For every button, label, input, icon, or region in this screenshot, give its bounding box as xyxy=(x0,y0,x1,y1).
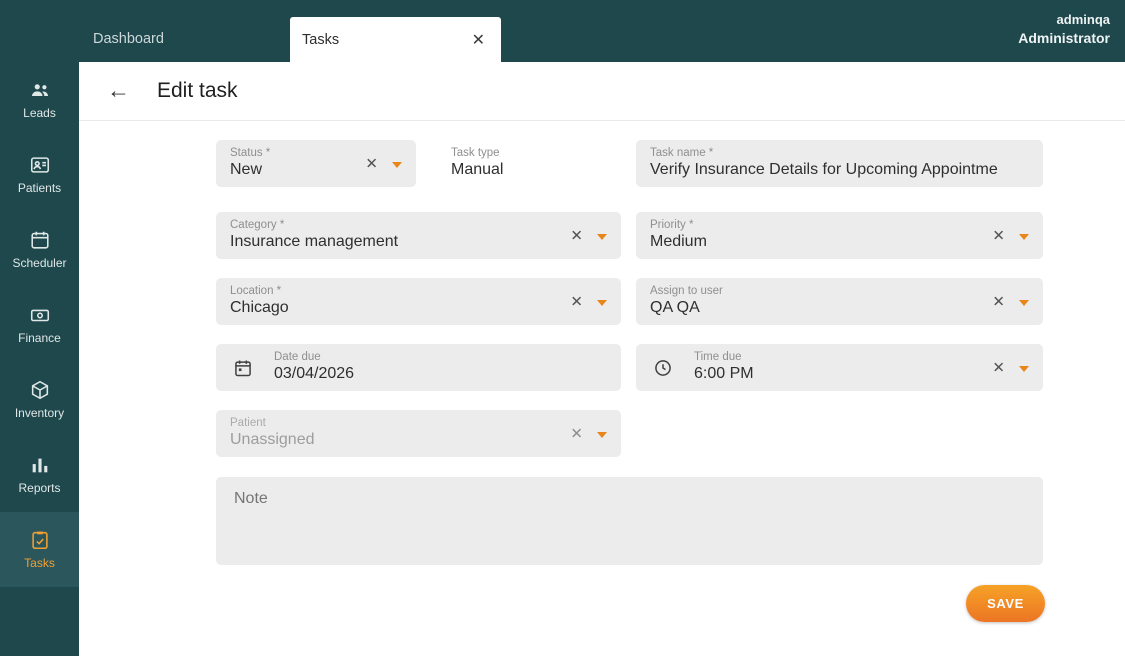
back-button[interactable]: ← xyxy=(107,77,130,104)
clear-icon[interactable]: ✕ xyxy=(992,228,1005,243)
clear-icon[interactable]: ✕ xyxy=(570,228,583,243)
user-name: adminqa xyxy=(1056,12,1110,27)
date-due-label: Date due xyxy=(274,351,321,363)
dropdown-arrow-icon[interactable] xyxy=(1019,365,1029,372)
category-field[interactable]: Category * Insurance management ✕ xyxy=(216,212,621,259)
edit-task-panel: ← Edit task Status * New ✕ Task type Man… xyxy=(79,62,1125,656)
sidebar-item-finance[interactable]: Finance xyxy=(0,287,79,362)
nav-dashboard[interactable]: Dashboard xyxy=(93,31,164,47)
note-placeholder: Note xyxy=(234,490,268,507)
assign-to-user-field[interactable]: Assign to user QA QA ✕ xyxy=(636,278,1043,325)
assign-to-user-value: QA QA xyxy=(650,299,700,316)
patients-icon xyxy=(29,154,51,176)
sidebar-item-tasks[interactable]: Tasks xyxy=(0,512,79,587)
dropdown-arrow-icon[interactable] xyxy=(1019,233,1029,240)
dropdown-arrow-icon[interactable] xyxy=(1019,299,1029,306)
status-label: Status * xyxy=(230,147,271,159)
priority-value: Medium xyxy=(650,233,707,250)
note-field[interactable]: Note xyxy=(216,477,1043,565)
patient-field[interactable]: Patient Unassigned ✕ xyxy=(216,410,621,457)
clear-icon[interactable]: ✕ xyxy=(992,294,1005,309)
priority-field[interactable]: Priority * Medium ✕ xyxy=(636,212,1043,259)
sidebar-item-label: Tasks xyxy=(24,556,55,570)
sidebar-item-label: Inventory xyxy=(14,406,65,420)
task-type-value: Manual xyxy=(451,161,504,178)
dropdown-arrow-icon[interactable] xyxy=(597,431,607,438)
clear-icon[interactable]: ✕ xyxy=(570,294,583,309)
tab-tasks-label: Tasks xyxy=(302,31,340,48)
inventory-icon xyxy=(29,379,51,401)
topbar: Dashboard Tasks ✕ adminqa Administrator xyxy=(0,0,1125,62)
sidebar-item-scheduler[interactable]: Scheduler xyxy=(0,212,79,287)
calendar-icon[interactable] xyxy=(233,358,253,378)
sidebar-item-reports[interactable]: Reports xyxy=(0,437,79,512)
category-value: Insurance management xyxy=(230,233,399,250)
reports-icon xyxy=(29,454,51,476)
tasks-icon xyxy=(29,529,51,551)
calendar-icon xyxy=(29,229,51,251)
page-title: Edit task xyxy=(157,79,238,102)
time-due-field[interactable]: Time due 6:00 PM ✕ xyxy=(636,344,1043,391)
status-field[interactable]: Status * New ✕ xyxy=(216,140,416,187)
date-due-value: 03/04/2026 xyxy=(274,365,355,382)
clock-icon[interactable] xyxy=(653,358,673,378)
time-due-value: 6:00 PM xyxy=(694,365,754,382)
task-type-field: Task type Manual xyxy=(437,140,617,187)
sidebar-item-label: Scheduler xyxy=(12,256,67,270)
page-header: ← Edit task xyxy=(79,62,1125,121)
user-role: Administrator xyxy=(1018,30,1110,47)
task-name-field[interactable]: Task name * Verify Insurance Details for… xyxy=(636,140,1043,187)
clear-icon[interactable]: ✕ xyxy=(992,360,1005,375)
status-value: New xyxy=(230,161,263,178)
dropdown-arrow-icon[interactable] xyxy=(392,161,402,168)
sidebar-item-label: Finance xyxy=(18,331,61,345)
user-info: adminqa Administrator xyxy=(1018,11,1110,49)
clear-icon[interactable]: ✕ xyxy=(570,426,583,441)
category-label: Category * xyxy=(230,219,285,231)
patient-value: Unassigned xyxy=(230,431,315,448)
priority-label: Priority * xyxy=(650,219,694,231)
patient-label: Patient xyxy=(230,417,266,429)
location-field[interactable]: Location * Chicago ✕ xyxy=(216,278,621,325)
tab-tasks[interactable]: Tasks ✕ xyxy=(290,17,501,62)
time-due-label: Time due xyxy=(694,351,742,363)
clear-icon[interactable]: ✕ xyxy=(365,156,378,171)
sidebar-item-inventory[interactable]: Inventory xyxy=(0,362,79,437)
task-name-value: Verify Insurance Details for Upcoming Ap… xyxy=(650,161,998,178)
finance-icon xyxy=(29,304,51,326)
dropdown-arrow-icon[interactable] xyxy=(597,299,607,306)
sidebar-item-label: Reports xyxy=(18,481,61,495)
sidebar-item-label: Patients xyxy=(17,181,62,195)
date-due-field[interactable]: Date due 03/04/2026 xyxy=(216,344,621,391)
location-value: Chicago xyxy=(230,299,289,316)
sidebar-item-label: Leads xyxy=(23,106,56,120)
dropdown-arrow-icon[interactable] xyxy=(597,233,607,240)
sidebar: Leads Patients Scheduler Finance Invento… xyxy=(0,62,79,656)
leads-icon xyxy=(29,79,51,101)
task-name-label: Task name * xyxy=(650,147,714,159)
save-button[interactable]: SAVE xyxy=(966,585,1045,622)
sidebar-item-leads[interactable]: Leads xyxy=(0,62,79,137)
task-type-label: Task type xyxy=(451,147,500,159)
location-label: Location * xyxy=(230,285,282,297)
close-icon[interactable]: ✕ xyxy=(472,30,485,50)
assign-to-user-label: Assign to user xyxy=(650,285,723,297)
sidebar-item-patients[interactable]: Patients xyxy=(0,137,79,212)
